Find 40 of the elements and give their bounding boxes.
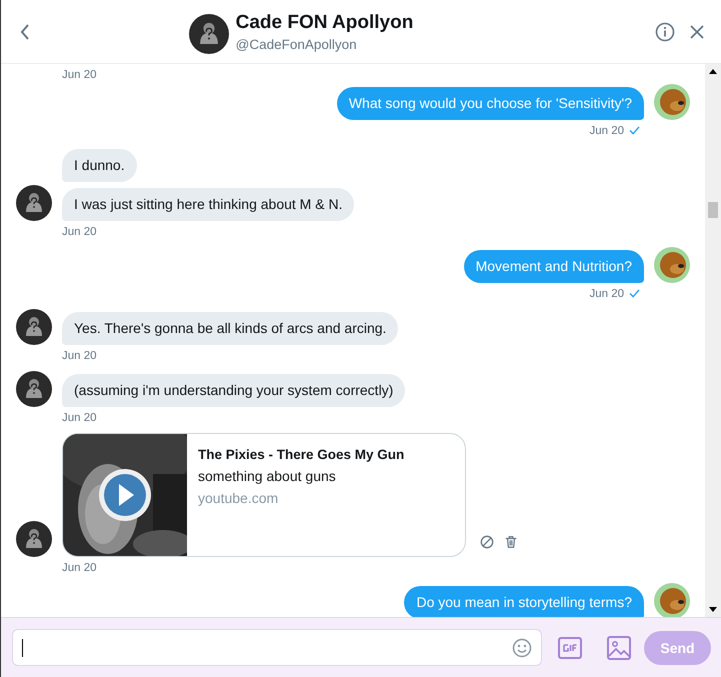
link-description: something about guns — [198, 468, 337, 484]
scroll-thumb[interactable] — [708, 202, 718, 218]
timestamp: Jun 20 — [589, 124, 624, 136]
timestamp: Jun 20 — [62, 226, 97, 238]
trash-icon[interactable] — [504, 535, 518, 549]
timestamp: Jun 20 — [62, 562, 97, 574]
message-bubble: What song would you choose for 'Sensitivity'? — [336, 87, 644, 120]
message-bubble: Yes. There's gonna be all kinds of arcs and arcing. — [62, 312, 398, 345]
message-bubble: (assuming i'm understanding your system correctly) — [62, 374, 406, 407]
gif-icon[interactable] — [558, 636, 582, 658]
info-icon[interactable] — [654, 22, 675, 42]
link-domain: youtube.com — [198, 490, 280, 506]
text-cursor — [22, 638, 23, 656]
link-card[interactable]: The Pixies - There Goes My Gun something about guns youtube.com — [62, 433, 466, 557]
message-bubble: I was just sitting here thinking about M & N. — [62, 188, 354, 221]
avatar[interactable] — [188, 14, 229, 54]
block-icon[interactable] — [480, 535, 494, 549]
message-bubble: Do you mean in storytelling terms? — [404, 586, 644, 617]
image-icon[interactable] — [607, 636, 631, 660]
scrollbar[interactable] — [705, 64, 721, 617]
avatar[interactable] — [16, 309, 52, 345]
scroll-up-icon[interactable] — [709, 69, 717, 74]
contact-handle: @CadeFonApollyon — [236, 36, 358, 52]
avatar[interactable] — [16, 521, 52, 557]
timestamp: Jun 20 — [589, 288, 624, 300]
smiley-icon[interactable] — [512, 638, 532, 658]
link-title: The Pixies - There Goes My Gun — [198, 447, 404, 462]
back-icon[interactable] — [19, 22, 31, 40]
message-bubble: Movement and Nutrition? — [464, 250, 644, 283]
timestamp: Jun 20 — [62, 412, 97, 424]
message-bubble: I dunno. — [62, 149, 137, 182]
scroll-down-icon[interactable] — [709, 607, 717, 612]
avatar[interactable] — [16, 371, 52, 407]
timestamp: Jun 20 — [62, 350, 97, 362]
avatar[interactable] — [16, 185, 52, 221]
contact-name: Cade FON Apollyon — [236, 12, 414, 34]
message-field[interactable] — [12, 629, 542, 666]
timestamp: Jun 20 — [62, 68, 97, 80]
play-icon[interactable] — [97, 467, 153, 523]
close-icon[interactable] — [688, 24, 705, 40]
